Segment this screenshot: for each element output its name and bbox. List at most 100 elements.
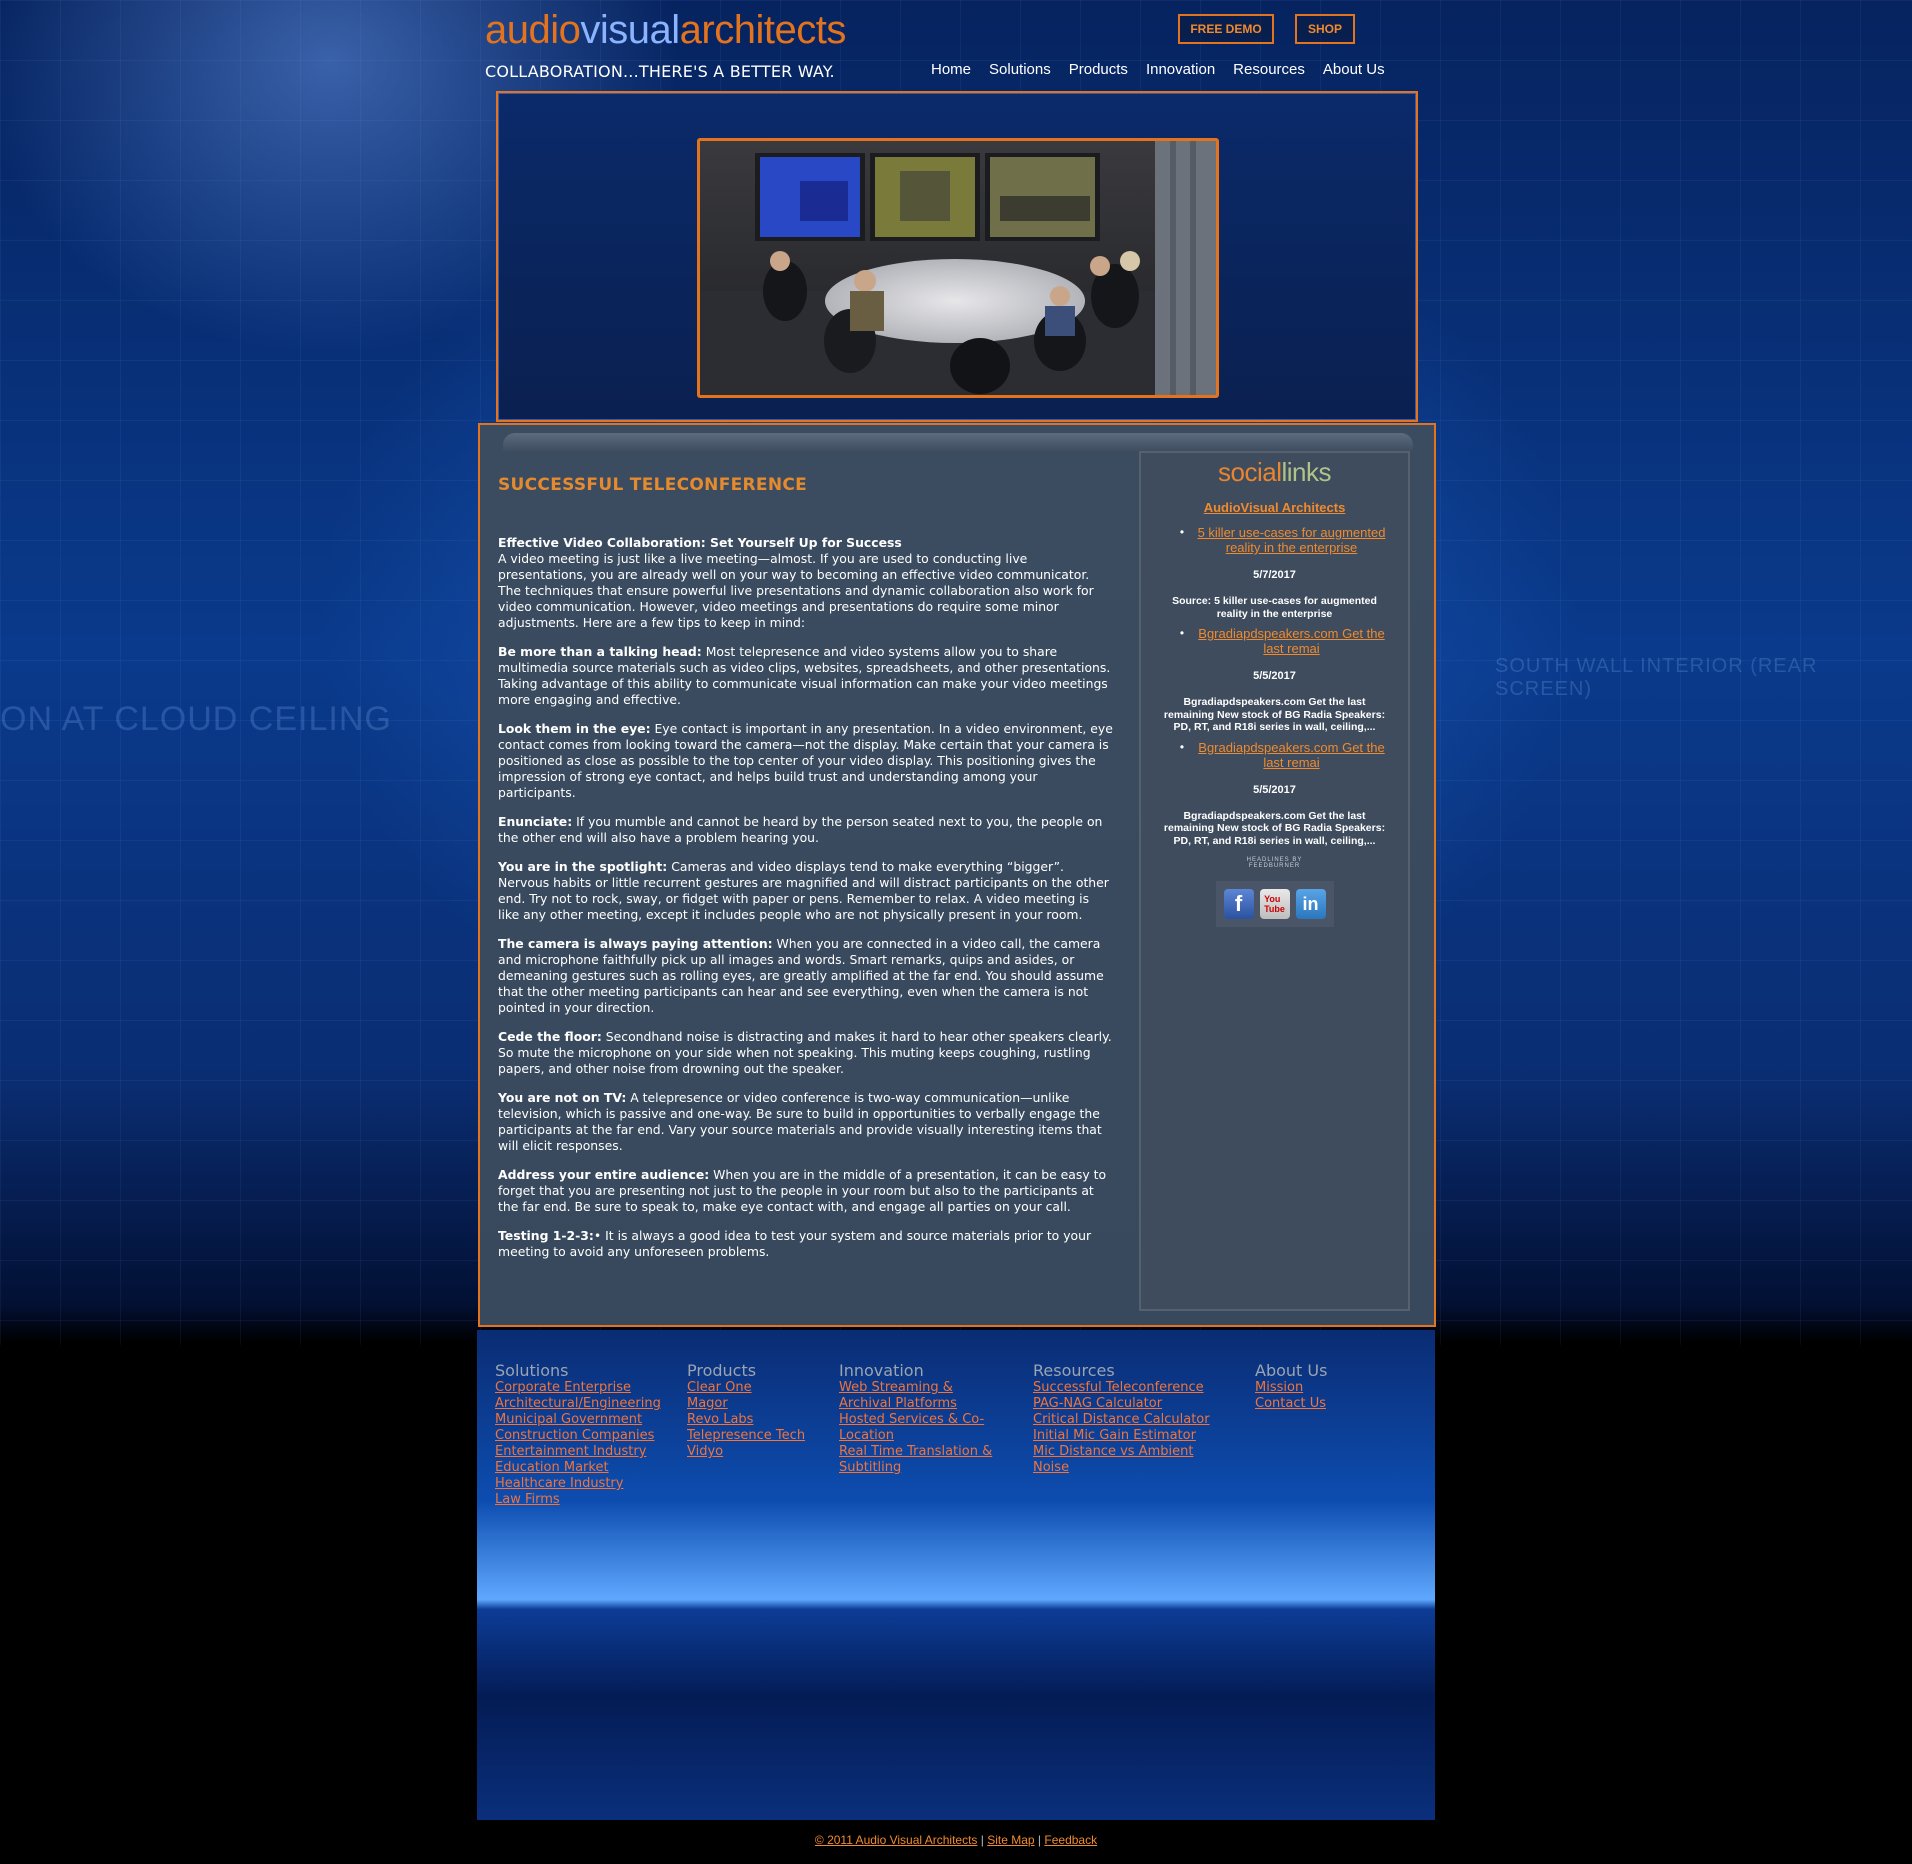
tagline: COLLABORATION...THERE'S A BETTER WAY. — [485, 62, 835, 81]
article: SUCCESSFUL TELECONFERENCE Effective Vide… — [498, 477, 1113, 1273]
content-panel: SUCCESSFUL TELECONFERENCE Effective Vide… — [478, 423, 1436, 1327]
nav-resources[interactable]: Resources — [1224, 61, 1314, 78]
facebook-icon[interactable]: f — [1223, 889, 1254, 919]
tip-heading: Cede the floor: — [498, 1029, 602, 1044]
article-tip: The camera is always paying attention: W… — [498, 936, 1113, 1016]
article-tip: Look them in the eye: Eye contact is imp… — [498, 721, 1113, 801]
bullet-icon: • — [1179, 626, 1185, 640]
feed-item-link[interactable]: Bgradiapdspeakers.com Get the last remai — [1189, 740, 1394, 770]
logo-part-visual: visual — [580, 8, 680, 52]
social-title-part1: social — [1218, 457, 1282, 487]
footer-column-innovation: Innovation Web Streaming & Archival Plat… — [839, 1362, 1009, 1508]
logo-part-audio: audio — [485, 8, 581, 52]
footer-link[interactable]: Critical Distance Calculator — [1033, 1412, 1231, 1428]
linkedin-icon[interactable]: in — [1295, 889, 1326, 919]
footer-link[interactable]: Telepresence Tech — [687, 1428, 815, 1444]
tip-heading: Testing 1-2-3: — [498, 1228, 594, 1243]
footer-column-solutions: Solutions Corporate Enterprise Architect… — [495, 1362, 663, 1508]
footer-link[interactable]: Successful Teleconference — [1033, 1380, 1231, 1396]
footer-link[interactable]: Real Time Translation & Subtitling — [839, 1444, 1009, 1476]
free-demo-button[interactable]: FREE DEMO — [1178, 14, 1274, 44]
feed-item: • Bgradiapdspeakers.com Get the last rema… — [1141, 740, 1408, 848]
footer-link[interactable]: Clear One — [687, 1380, 815, 1396]
feed-item-desc: Bgradiapdspeakers.com Get the last remai… — [1163, 696, 1386, 733]
feed-item-desc: Source: 5 killer use-cases for augmented… — [1172, 595, 1377, 620]
site-map-link[interactable]: Site Map — [987, 1833, 1034, 1847]
nav-about-us[interactable]: About Us — [1314, 61, 1394, 78]
article-lead: Effective Video Collaboration: Set Yours… — [498, 535, 1113, 631]
article-tip: Enunciate: If you mumble and cannot be h… — [498, 814, 1113, 846]
nav-innovation[interactable]: Innovation — [1137, 61, 1224, 78]
footer-column-about-us: About Us Mission Contact Us — [1255, 1362, 1327, 1508]
conference-room-photo — [697, 138, 1219, 398]
separator: | — [980, 1833, 984, 1847]
social-icons: f You Tube in — [1215, 881, 1334, 927]
article-tip: Be more than a talking head: Most telepr… — [498, 644, 1113, 708]
nav-solutions[interactable]: Solutions — [980, 61, 1060, 78]
footer-link[interactable]: Architectural/Engineering — [495, 1396, 663, 1412]
article-tip: You are not on TV: A telepresence or vid… — [498, 1090, 1113, 1154]
youtube-icon[interactable]: You Tube — [1259, 889, 1290, 919]
panel-top-bar — [503, 433, 1413, 453]
separator: | — [1037, 1833, 1042, 1847]
article-tip: You are in the spotlight: Cameras and vi… — [498, 859, 1113, 923]
tip-heading: You are in the spotlight: — [498, 859, 668, 874]
footer-link-columns: Solutions Corporate Enterprise Architect… — [495, 1362, 1351, 1508]
footer-link[interactable]: Vidyo — [687, 1444, 815, 1460]
footer-link[interactable]: Corporate Enterprise — [495, 1380, 663, 1396]
footer-column-products: Products Clear One Magor Revo Labs Telep… — [687, 1362, 815, 1508]
main-nav: Home Solutions Products Innovation Resou… — [922, 61, 1394, 78]
feed-item-link[interactable]: 5 killer use-cases for augmented reality… — [1189, 525, 1394, 555]
footer-link[interactable]: Contact Us — [1255, 1396, 1327, 1412]
footer-link[interactable]: Web Streaming & Archival Platforms — [839, 1380, 1009, 1412]
article-lead-text: A video meeting is just like a live meet… — [498, 551, 1094, 630]
footer-link[interactable]: Healthcare Industry — [495, 1476, 663, 1492]
article-tip: Cede the floor: Secondhand noise is dist… — [498, 1029, 1113, 1077]
footer-column-title: Resources — [1033, 1361, 1115, 1380]
tip-heading: Enunciate: — [498, 814, 573, 829]
footer-column-title: Solutions — [495, 1361, 569, 1380]
feed-item-desc: Bgradiapdspeakers.com Get the last remai… — [1163, 809, 1386, 847]
footer-column-title: About Us — [1255, 1361, 1328, 1380]
feed-item-date: 5/5/2017 — [1253, 670, 1296, 682]
tip-heading: Look them in the eye: — [498, 721, 651, 736]
footer-column-title: Innovation — [839, 1361, 924, 1380]
hero-banner — [496, 91, 1418, 422]
footer-link[interactable]: Mic Distance vs Ambient Noise — [1033, 1444, 1231, 1476]
footer-link[interactable]: Entertainment Industry — [495, 1444, 663, 1460]
copyright-link[interactable]: © 2011 Audio Visual Architects — [815, 1833, 978, 1847]
tip-heading: Address your entire audience: — [498, 1167, 710, 1182]
site-logo[interactable]: audiovisualarchitects — [485, 8, 846, 53]
article-lead-title: Effective Video Collaboration: Set Yours… — [498, 535, 902, 550]
tip-text: If you mumble and cannot be heard by the… — [498, 814, 1103, 845]
bullet-icon: • — [1179, 525, 1185, 539]
footer-link[interactable]: Mission — [1255, 1380, 1327, 1396]
article-title: SUCCESSFUL TELECONFERENCE — [498, 475, 808, 495]
footer-link[interactable]: Construction Companies — [495, 1428, 663, 1444]
footer-link[interactable]: Education Market — [495, 1460, 663, 1476]
footer-link[interactable]: PAG-NAG Calculator — [1033, 1396, 1231, 1412]
background-label-right: SOUTH WALL INTERIOR (REAR SCREEN) — [1495, 655, 1818, 700]
footer-link[interactable]: Hosted Services & Co-Location — [839, 1412, 1009, 1444]
tip-heading: Be more than a talking head: — [498, 644, 702, 659]
social-title-part2: links — [1281, 457, 1331, 487]
footer-link[interactable]: Revo Labs — [687, 1412, 815, 1428]
bullet-icon: • — [1179, 739, 1185, 754]
footer-column-resources: Resources Successful Teleconference PAG-… — [1033, 1362, 1231, 1508]
article-tip: Testing 1-2-3:• It is always a good idea… — [498, 1228, 1113, 1260]
feed-item-link[interactable]: Bgradiapdspeakers.com Get the last remai — [1189, 626, 1394, 656]
footer-link[interactable]: Initial Mic Gain Estimator — [1033, 1428, 1231, 1444]
feedburner-badge[interactable]: HEADLINES BY FEEDBURNER — [1230, 857, 1320, 869]
footer-link[interactable]: Municipal Government — [495, 1412, 663, 1428]
shop-button[interactable]: SHOP — [1295, 14, 1355, 44]
feedback-link[interactable]: Feedback — [1044, 1833, 1097, 1847]
social-links-sidebar: sociallinks AudioVisual Architects • 5 ki… — [1139, 451, 1410, 1311]
footer-link[interactable]: Law Firms — [495, 1492, 663, 1508]
feed-item-date: 5/7/2017 — [1253, 569, 1296, 581]
feed-title-link[interactable]: AudioVisual Architects — [1141, 500, 1408, 515]
footer-column-title: Products — [687, 1361, 757, 1380]
nav-home[interactable]: Home — [922, 61, 980, 78]
footer-link[interactable]: Magor — [687, 1396, 815, 1412]
feed-item-date: 5/5/2017 — [1253, 783, 1296, 796]
nav-products[interactable]: Products — [1060, 61, 1137, 78]
